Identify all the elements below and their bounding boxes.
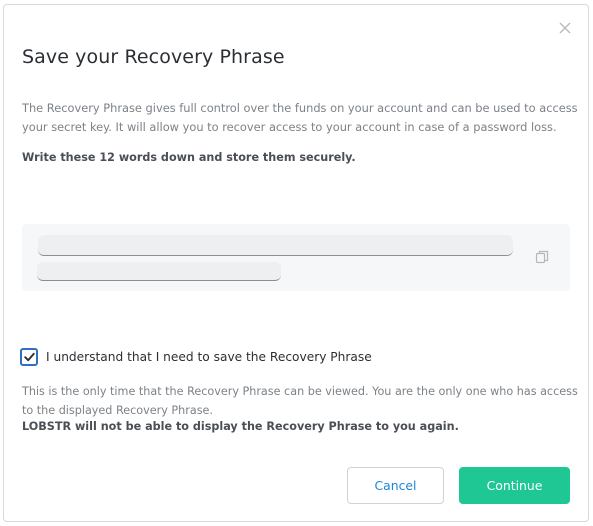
close-icon[interactable] — [558, 21, 572, 35]
warning-note-bold: LOBSTR will not be able to display the R… — [22, 420, 459, 433]
confirm-checkbox-label: I understand that I need to save the Rec… — [46, 350, 372, 364]
continue-button[interactable]: Continue — [459, 467, 570, 504]
dialog-description: The Recovery Phrase gives full control o… — [22, 101, 578, 134]
cancel-button[interactable]: Cancel — [347, 467, 444, 504]
copy-icon[interactable] — [535, 250, 549, 264]
confirm-checkbox[interactable] — [20, 348, 38, 366]
recovery-phrase-box — [22, 224, 570, 291]
confirm-checkbox-row[interactable]: I understand that I need to save the Rec… — [20, 345, 372, 369]
checkmark-icon — [23, 352, 35, 362]
instruction-text: Write these 12 words down and store them… — [22, 151, 356, 164]
recovery-phrase-line — [38, 235, 513, 256]
warning-note: This is the only time that the Recovery … — [22, 385, 578, 417]
dialog-title: Save your Recovery Phrase — [22, 46, 285, 68]
recovery-phrase-dialog: Save your Recovery Phrase The Recovery P… — [3, 4, 589, 522]
recovery-phrase-line — [37, 262, 281, 281]
